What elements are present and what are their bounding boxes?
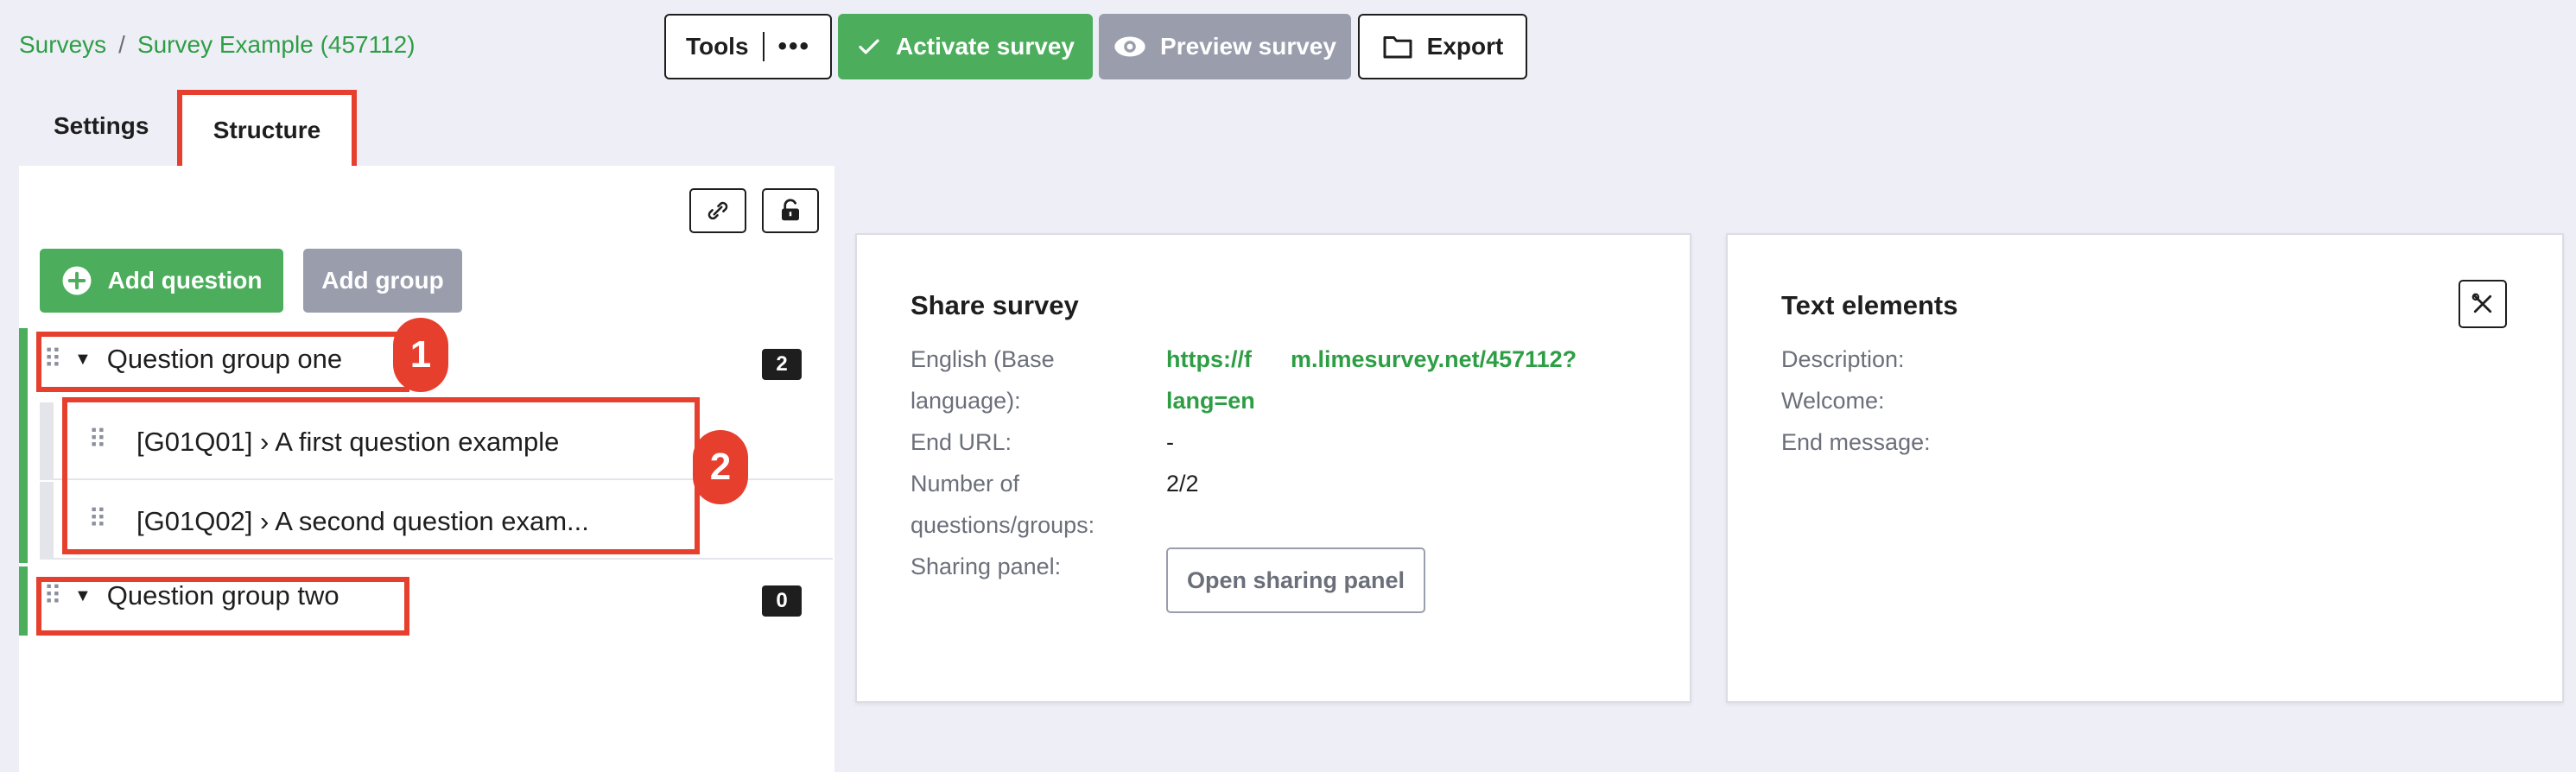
text-elements-title: Text elements (1781, 290, 1958, 320)
group-one-accent (19, 328, 28, 563)
annotation-box-2 (62, 397, 700, 554)
count-label-line2: questions/groups: (910, 512, 1095, 538)
add-question-button[interactable]: Add question (40, 249, 283, 313)
tab-settings[interactable]: Settings (54, 112, 149, 140)
activate-label: Activate survey (895, 33, 1075, 60)
activate-survey-button[interactable]: Activate survey (838, 14, 1093, 79)
count-value: 2/2 (1166, 471, 1199, 497)
ellipsis-icon: ••• (777, 32, 811, 60)
tab-structure[interactable]: Structure (177, 90, 357, 171)
share-survey-title: Share survey (910, 290, 1079, 320)
count-label-line1: Number of (910, 471, 1020, 497)
link-sync-icon (707, 201, 728, 220)
tools-divider (762, 32, 765, 61)
question-row-strip (40, 482, 54, 558)
unlock-button[interactable] (762, 188, 819, 233)
annotation-box-3 (36, 577, 409, 636)
folder-icon (1383, 36, 1412, 59)
export-label: Export (1426, 33, 1504, 60)
annotation-box-1 (36, 332, 409, 392)
language-label: English (Base language): (910, 339, 1055, 421)
open-sharing-panel-button[interactable]: Open sharing panel (1166, 547, 1425, 613)
survey-url-line1: https://f m.limesurvey.net/457112? (1166, 346, 1577, 372)
link-sync-button[interactable] (689, 188, 746, 233)
preview-survey-button[interactable]: Preview survey (1099, 14, 1351, 79)
tools-icon (2471, 293, 2492, 313)
plus-circle-icon (62, 266, 92, 295)
breadcrumb-separator: / (118, 31, 125, 58)
breadcrumb: Surveys / Survey Example (457112) (19, 31, 416, 59)
tab-structure-label: Structure (213, 117, 321, 143)
export-button[interactable]: Export (1358, 14, 1527, 79)
add-question-label: Add question (107, 267, 263, 294)
survey-url-line2: lang=en (1166, 388, 1255, 414)
annotation-marker-1: 1 (393, 318, 448, 392)
end-url-label: End URL: (910, 429, 1012, 455)
count-label: Number of questions/groups: (910, 463, 1094, 546)
tools-button[interactable]: Tools ••• (664, 14, 832, 79)
unlock-icon (782, 199, 799, 221)
survey-url-link[interactable]: https://f m.limesurvey.net/457112? lang=… (1166, 339, 1577, 421)
check-icon (859, 39, 879, 54)
breadcrumb-surveys-link[interactable]: Surveys (19, 31, 106, 59)
preview-label: Preview survey (1160, 33, 1336, 60)
tools-label: Tools (685, 33, 749, 60)
add-group-label: Add group (321, 267, 444, 294)
question-row-strip (40, 402, 54, 478)
end-message-label: End message: (1781, 429, 1931, 455)
end-url-value: - (1166, 429, 1174, 455)
language-label-line1: English (Base (910, 346, 1055, 372)
group-two-count-badge: 0 (762, 585, 802, 617)
language-label-line2: language): (910, 388, 1021, 414)
group-two-accent (19, 566, 28, 636)
breadcrumb-current-link[interactable]: Survey Example (457112) (137, 31, 416, 59)
sharing-panel-label: Sharing panel: (910, 554, 1062, 579)
annotation-marker-2: 2 (693, 430, 748, 504)
text-elements-tools-button[interactable] (2459, 280, 2507, 328)
group-one-count-badge: 2 (762, 349, 802, 380)
eye-icon (1114, 36, 1145, 57)
add-group-button[interactable]: Add group (303, 249, 462, 313)
welcome-label: Welcome: (1781, 388, 1885, 414)
description-label: Description: (1781, 346, 1905, 372)
